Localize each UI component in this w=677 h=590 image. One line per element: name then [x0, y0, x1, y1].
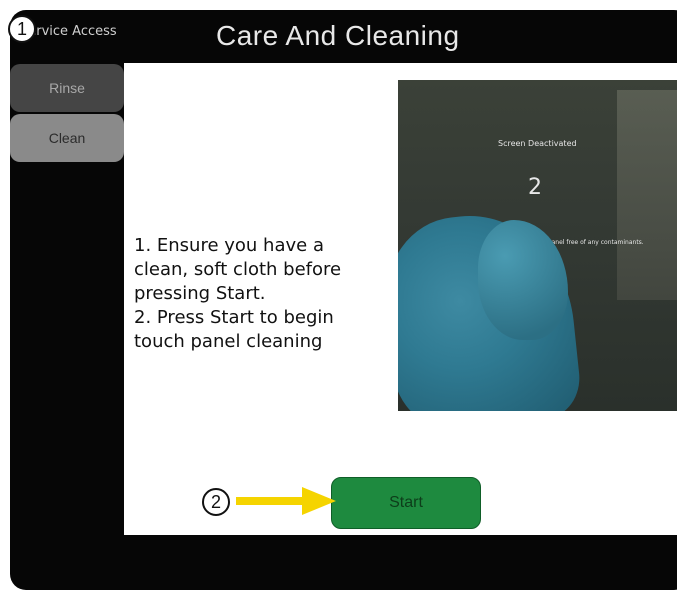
callout-2-badge: 2	[202, 488, 230, 516]
cleaning-photo: Screen Deactivated 2 uch panel free of a…	[398, 80, 677, 411]
arrow-right-icon	[236, 487, 336, 515]
sidebar-item-rinse[interactable]: Rinse	[10, 64, 124, 112]
start-button[interactable]: Start	[331, 477, 481, 529]
cleaning-instructions: 1. Ensure you have a clean, soft cloth b…	[134, 234, 384, 354]
sidebar-item-clean[interactable]: Clean	[10, 114, 124, 162]
sidebar-item-label: Clean	[48, 130, 86, 146]
start-button-label: Start	[389, 494, 423, 511]
photo-background	[617, 90, 677, 300]
photo-screen-text: Screen Deactivated	[498, 139, 577, 148]
callout-1-badge: 1	[8, 15, 36, 43]
photo-countdown: 2	[528, 175, 542, 200]
instructions-text: 1. Ensure you have a clean, soft cloth b…	[134, 235, 342, 352]
sidebar-item-label: Rinse	[49, 80, 85, 96]
cloth-fold-image	[478, 220, 568, 340]
page-title: Care And Cleaning	[216, 20, 460, 51]
